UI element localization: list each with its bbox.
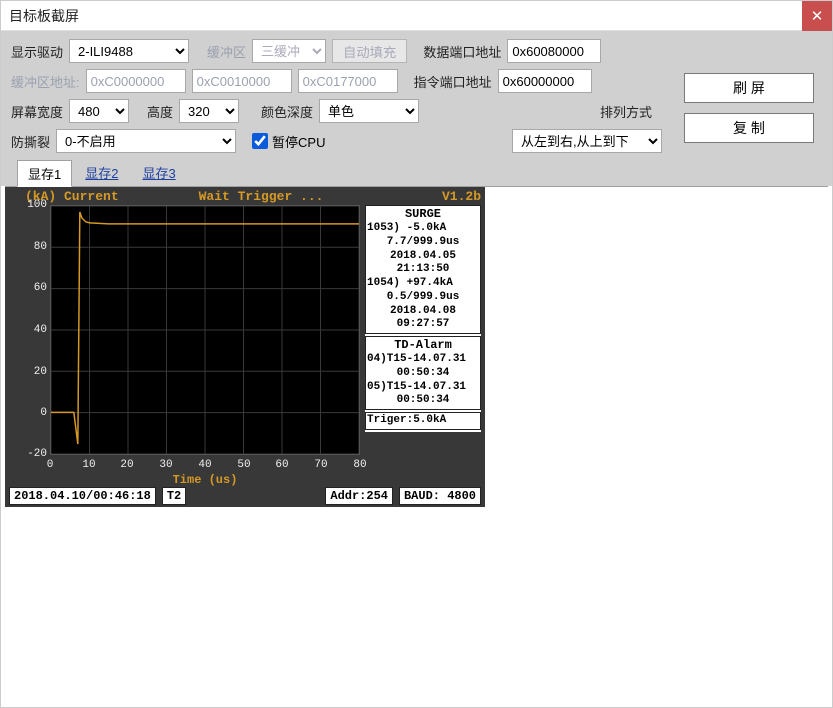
chart-curve: [51, 206, 359, 454]
tabs: 显存1 显存2 显存3: [11, 159, 822, 186]
plot-area: [50, 205, 360, 455]
label-data-port: 数据端口地址: [423, 42, 501, 61]
arrangement-select[interactable]: 从左到右,从上到下: [512, 129, 662, 153]
tdalarm-title: TD-Alarm: [367, 338, 479, 353]
xtick: 70: [314, 459, 327, 471]
anti-tear-select[interactable]: 0-不启用: [56, 129, 236, 153]
label-height: 高度: [147, 102, 173, 121]
label-arrangement: 排列方式: [600, 102, 652, 121]
auto-fill-button[interactable]: 自动填充: [332, 39, 407, 63]
target-screen: (kA) Current Wait Trigger ... V1.2b 100 …: [5, 187, 485, 507]
close-icon: ✕: [811, 7, 824, 25]
label-display-driver: 显示驱动: [11, 42, 63, 61]
status-addr: Addr:254: [325, 487, 393, 505]
content-area: (kA) Current Wait Trigger ... V1.2b 100 …: [5, 186, 828, 703]
cmd-port-input[interactable]: [498, 69, 592, 93]
buf2-input[interactable]: [298, 69, 398, 93]
xtick: 10: [82, 459, 95, 471]
xtick: 80: [353, 459, 366, 471]
x-axis-label: Time (us): [50, 473, 360, 487]
ytick: 100: [17, 199, 47, 211]
buffer-select[interactable]: 三缓冲: [252, 39, 326, 63]
status-datetime: 2018.04.10/00:46:18: [9, 487, 156, 505]
label-width: 屏幕宽度: [11, 102, 63, 121]
xtick: 40: [198, 459, 211, 471]
data-port-input[interactable]: [507, 39, 601, 63]
surge-title: SURGE: [367, 207, 479, 222]
header-version: V1.2b: [442, 189, 481, 204]
ytick: 20: [17, 366, 47, 378]
width-select[interactable]: 480: [69, 99, 129, 123]
window-title: 目标板截屏: [9, 6, 802, 26]
right-button-col: 刷 屏 复 制: [684, 73, 814, 143]
pause-cpu-checkbox[interactable]: [252, 133, 268, 149]
copy-button[interactable]: 复 制: [684, 113, 814, 143]
refresh-button[interactable]: 刷 屏: [684, 73, 814, 103]
toolbar: 显示驱动 2-ILI9488 缓冲区 三缓冲 自动填充 数据端口地址 缓冲区地址…: [1, 31, 832, 186]
ytick: 40: [17, 324, 47, 336]
trigger-box: Triger:5.0kA: [365, 412, 481, 430]
xtick: 20: [120, 459, 133, 471]
ytick: -20: [17, 448, 47, 460]
buf1-input[interactable]: [192, 69, 292, 93]
height-select[interactable]: 320: [179, 99, 239, 123]
label-color-depth: 颜色深度: [261, 102, 313, 121]
window: 目标板截屏 ✕ 显示驱动 2-ILI9488 缓冲区 三缓冲 自动填充 数据端口…: [0, 0, 833, 708]
side-panel: SURGE 1053) -5.0kA 7.7/999.9us 2018.04.0…: [365, 205, 481, 432]
surge-box: SURGE 1053) -5.0kA 7.7/999.9us 2018.04.0…: [365, 205, 481, 334]
tab-vram3[interactable]: 显存3: [131, 159, 186, 186]
label-pause-cpu: 暂停CPU: [272, 132, 325, 151]
label-anti-tear: 防撕裂: [11, 132, 50, 151]
color-depth-select[interactable]: 单色: [319, 99, 419, 123]
ytick: 80: [17, 241, 47, 253]
xtick: 0: [47, 459, 54, 471]
xtick: 60: [275, 459, 288, 471]
status-baud: BAUD: 4800: [399, 487, 481, 505]
pause-cpu-checkbox-wrap[interactable]: 暂停CPU: [252, 132, 325, 151]
close-button[interactable]: ✕: [802, 1, 832, 31]
xtick: 50: [237, 459, 250, 471]
status-tz: T2: [162, 487, 186, 505]
display-driver-select[interactable]: 2-ILI9488: [69, 39, 189, 63]
label-buffer-addr: 缓冲区地址:: [11, 72, 80, 91]
label-buffer: 缓冲区: [207, 42, 246, 61]
tab-vram1[interactable]: 显存1: [17, 160, 72, 187]
tab-vram2[interactable]: 显存2: [74, 159, 129, 186]
status-bar: 2018.04.10/00:46:18 T2 Addr:254 BAUD: 48…: [9, 487, 481, 505]
screen-header: (kA) Current Wait Trigger ... V1.2b: [25, 189, 481, 204]
titlebar: 目标板截屏 ✕: [1, 1, 832, 31]
tdalarm-box: TD-Alarm 04)T15-14.07.31 00:50:34 05)T15…: [365, 336, 481, 410]
header-mid: Wait Trigger ...: [199, 189, 324, 204]
xtick: 30: [159, 459, 172, 471]
ytick: 60: [17, 282, 47, 294]
buf0-input[interactable]: [86, 69, 186, 93]
label-cmd-port: 指令端口地址: [414, 72, 492, 91]
ytick: 0: [17, 407, 47, 419]
